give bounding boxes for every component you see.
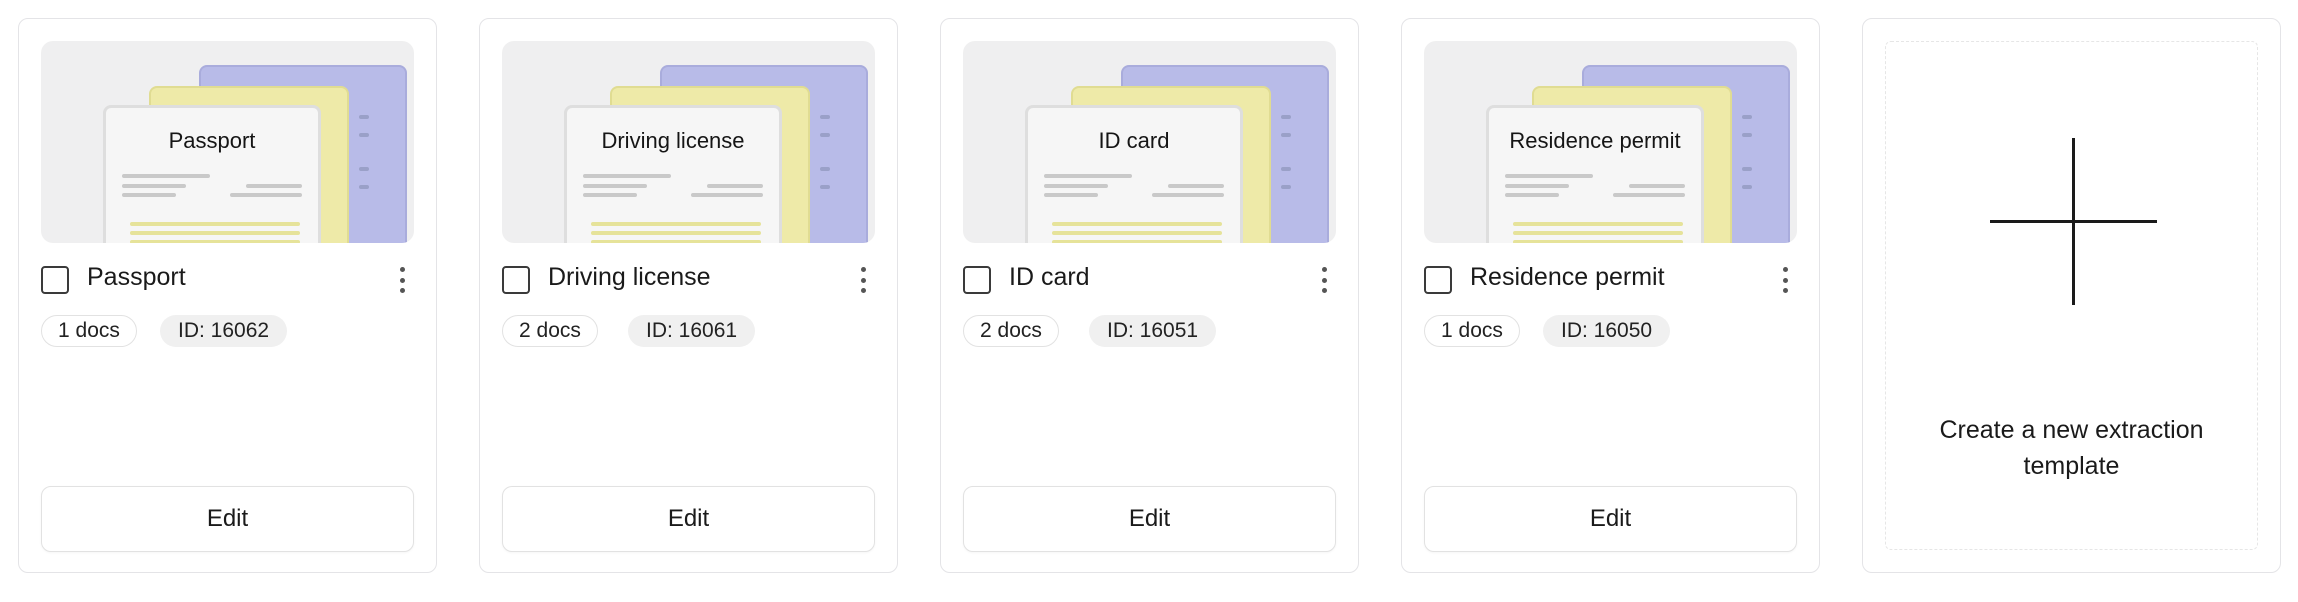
template-title: ID card	[1009, 263, 1090, 291]
plus-icon-vertical	[2072, 138, 2075, 305]
template-thumbnail: Driving license	[502, 41, 875, 243]
edit-button[interactable]: Edit	[41, 486, 414, 552]
template-thumbnail: Residence permit	[1424, 41, 1797, 243]
template-id-badge: ID: 16051	[1089, 315, 1217, 347]
document-front-illustration: ID card	[1025, 105, 1243, 243]
template-thumbnail: Passport	[41, 41, 414, 243]
more-vertical-icon[interactable]	[390, 265, 414, 295]
template-title: Passport	[87, 263, 186, 291]
document-front-illustration: Passport	[103, 105, 321, 243]
edit-button[interactable]: Edit	[963, 486, 1336, 552]
template-card-passport[interactable]: Passport Passport 1 docs ID: 16062 Edit	[18, 18, 437, 573]
thumbnail-title: Passport	[168, 128, 256, 153]
docs-count-badge: 1 docs	[1424, 315, 1520, 347]
template-card-id-card[interactable]: ID card ID card 2 docs ID: 16051 Edit	[940, 18, 1359, 573]
docs-count-badge: 2 docs	[502, 315, 598, 347]
template-card-residence-permit[interactable]: Residence permit Residence permit 1 docs…	[1401, 18, 1820, 573]
document-front-illustration: Driving license	[564, 105, 782, 243]
docs-count-badge: 2 docs	[963, 315, 1059, 347]
thumbnail-title: Driving license	[601, 128, 745, 153]
template-card-driving-license[interactable]: Driving license Driving license 2 docs I…	[479, 18, 898, 573]
thumbnail-title: Residence permit	[1509, 128, 1681, 153]
select-checkbox[interactable]	[1424, 266, 1452, 294]
select-checkbox[interactable]	[963, 266, 991, 294]
select-checkbox[interactable]	[41, 266, 69, 294]
template-id-badge: ID: 16061	[628, 315, 756, 347]
create-template-label: Create a new extraction template	[1939, 416, 2204, 480]
create-template-card[interactable]: Create a new extraction template	[1862, 18, 2281, 573]
more-vertical-icon[interactable]	[851, 265, 875, 295]
docs-count-badge: 1 docs	[41, 315, 137, 347]
edit-button[interactable]: Edit	[502, 486, 875, 552]
edit-button[interactable]: Edit	[1424, 486, 1797, 552]
template-id-badge: ID: 16062	[160, 315, 288, 347]
template-title: Residence permit	[1470, 263, 1665, 291]
more-vertical-icon[interactable]	[1312, 265, 1336, 295]
select-checkbox[interactable]	[502, 266, 530, 294]
document-front-illustration: Residence permit	[1486, 105, 1704, 243]
template-thumbnail: ID card	[963, 41, 1336, 243]
more-vertical-icon[interactable]	[1773, 265, 1797, 295]
create-template-dropzone[interactable]: Create a new extraction template	[1885, 41, 2258, 550]
template-title: Driving license	[548, 263, 711, 291]
template-id-badge: ID: 16050	[1543, 315, 1671, 347]
thumbnail-title: ID card	[1098, 128, 1170, 153]
